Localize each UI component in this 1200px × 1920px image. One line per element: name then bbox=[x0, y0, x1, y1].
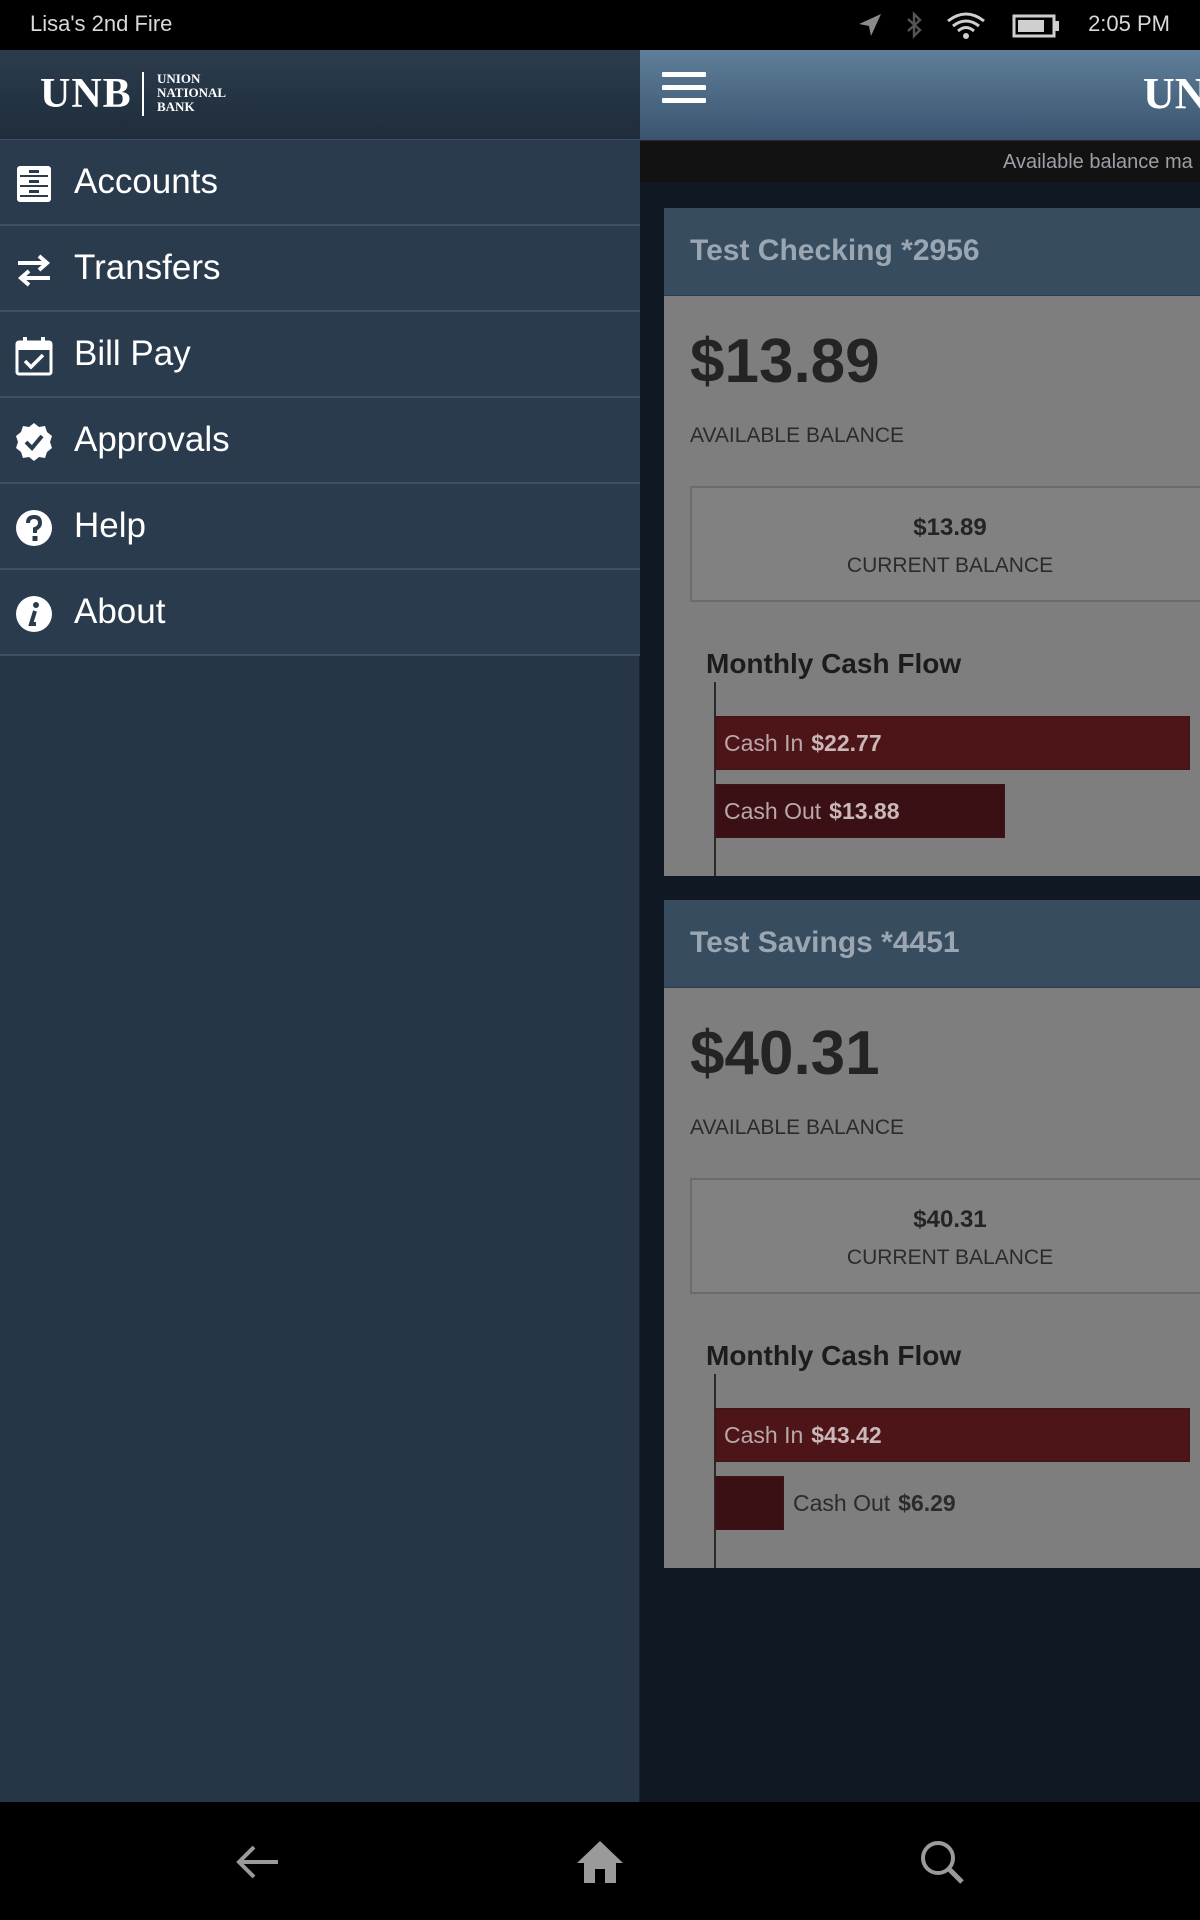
drawer-menu: Accounts Transfers Bill Pay Approvals He… bbox=[0, 140, 640, 656]
cash-flow-axis bbox=[714, 1374, 716, 1568]
location-icon bbox=[859, 14, 881, 36]
cash-in-text: Cash In $43.42 bbox=[724, 1422, 882, 1449]
menu-item-approvals[interactable]: Approvals bbox=[0, 398, 640, 484]
menu-label: Bill Pay bbox=[74, 334, 191, 373]
cash-in-bar: Cash In $22.77 bbox=[715, 716, 1190, 770]
cash-out-bar: Cash Out $13.88 bbox=[715, 784, 1005, 838]
header-logo: UN bbox=[1143, 69, 1200, 118]
wifi-icon bbox=[947, 12, 985, 39]
cash-in-label: Cash In bbox=[724, 1422, 804, 1448]
menu-label: Transfers bbox=[74, 248, 221, 287]
badge-check-icon bbox=[16, 423, 52, 461]
menu-item-accounts[interactable]: Accounts bbox=[0, 140, 640, 226]
menu-item-about[interactable]: About bbox=[0, 570, 640, 656]
cash-out-amount: $6.29 bbox=[898, 1490, 956, 1516]
notice-bar: Available balance ma bbox=[640, 140, 1200, 182]
question-circle-icon bbox=[16, 510, 52, 546]
transfer-arrows-icon bbox=[17, 254, 51, 287]
info-circle-icon bbox=[16, 596, 52, 632]
current-balance-box: $40.31 CURRENT BALANCE bbox=[690, 1178, 1200, 1294]
available-balance-amount: $13.89 bbox=[690, 327, 880, 396]
account-title: Test Checking *2956 bbox=[690, 234, 980, 267]
menu-label: Help bbox=[74, 506, 146, 545]
current-balance-label: CURRENT BALANCE bbox=[846, 554, 1054, 577]
menu-label: About bbox=[74, 592, 166, 631]
notice-text: Available balance ma bbox=[1003, 151, 1193, 173]
current-balance-amount: $40.31 bbox=[913, 1206, 987, 1233]
cash-out-bar: Cash Out $6.29 bbox=[715, 1476, 956, 1530]
logo-line-bank: BANK bbox=[157, 99, 195, 114]
device-name: Lisa's 2nd Fire bbox=[30, 11, 173, 36]
current-balance-label: CURRENT BALANCE bbox=[846, 1246, 1054, 1269]
cash-out-label: Cash Out bbox=[724, 798, 822, 824]
logo-bank-name: UNION NATIONAL BANK bbox=[157, 72, 226, 114]
cash-out-amount: $13.88 bbox=[829, 798, 900, 824]
logo-line-national: NATIONAL bbox=[157, 85, 227, 100]
monthly-cash-flow-title: Monthly Cash Flow bbox=[706, 1340, 962, 1371]
menu-label: Approvals bbox=[74, 420, 230, 459]
cash-out-label: Cash Out bbox=[793, 1490, 891, 1516]
cash-in-text: Cash In $22.77 bbox=[724, 730, 882, 757]
unb-logo: UNB bbox=[40, 71, 132, 117]
app-header: UN bbox=[640, 50, 1200, 140]
menu-item-help[interactable]: Help bbox=[0, 484, 640, 570]
available-balance-amount: $40.31 bbox=[690, 1019, 880, 1088]
menu-label: Accounts bbox=[74, 162, 218, 201]
available-balance-label: AVAILABLE BALANCE bbox=[690, 424, 904, 447]
bluetooth-icon bbox=[907, 11, 922, 39]
search-icon[interactable] bbox=[914, 1837, 970, 1887]
cash-out-text: Cash Out $6.29 bbox=[793, 1490, 956, 1517]
battery-icon bbox=[1012, 14, 1059, 38]
current-balance-amount: $13.89 bbox=[913, 514, 987, 541]
account-card-checking[interactable]: Test Checking *2956 $13.89 AVAILABLE BAL… bbox=[664, 208, 1200, 876]
calendar-check-icon bbox=[15, 337, 53, 376]
logo-line-union: UNION bbox=[157, 71, 201, 86]
clock: 2:05 PM bbox=[1088, 11, 1170, 36]
navigation-drawer: UNB UNION NATIONAL BANK Accounts Transfe… bbox=[0, 50, 640, 1802]
home-icon[interactable] bbox=[572, 1837, 628, 1887]
cash-out-text: Cash Out $13.88 bbox=[724, 798, 900, 825]
account-card-savings[interactable]: Test Savings *4451 $40.31 AVAILABLE BALA… bbox=[664, 900, 1200, 1568]
file-cabinet-icon bbox=[17, 166, 51, 202]
cash-in-bar: Cash In $43.42 bbox=[715, 1408, 1190, 1462]
back-icon[interactable] bbox=[230, 1837, 286, 1887]
menu-item-bill-pay[interactable]: Bill Pay bbox=[0, 312, 640, 398]
cash-flow-axis bbox=[714, 682, 716, 876]
status-bar: Lisa's 2nd Fire 2:05 PM bbox=[0, 0, 1200, 50]
monthly-cash-flow-title: Monthly Cash Flow bbox=[706, 648, 962, 679]
current-balance-box: $13.89 CURRENT BALANCE bbox=[690, 486, 1200, 602]
cash-in-amount: $43.42 bbox=[811, 1422, 882, 1448]
available-balance-label: AVAILABLE BALANCE bbox=[690, 1116, 904, 1139]
drawer-header: UNB UNION NATIONAL BANK bbox=[0, 50, 640, 140]
cash-in-amount: $22.77 bbox=[811, 730, 882, 756]
menu-item-transfers[interactable]: Transfers bbox=[0, 226, 640, 312]
logo-divider bbox=[142, 72, 144, 116]
main-content: UN Available balance ma Test Checking *2… bbox=[640, 50, 1200, 1802]
hamburger-menu-icon[interactable] bbox=[662, 72, 706, 112]
account-title: Test Savings *4451 bbox=[690, 926, 960, 959]
cash-in-label: Cash In bbox=[724, 730, 804, 756]
system-nav-bar bbox=[0, 1802, 1200, 1920]
